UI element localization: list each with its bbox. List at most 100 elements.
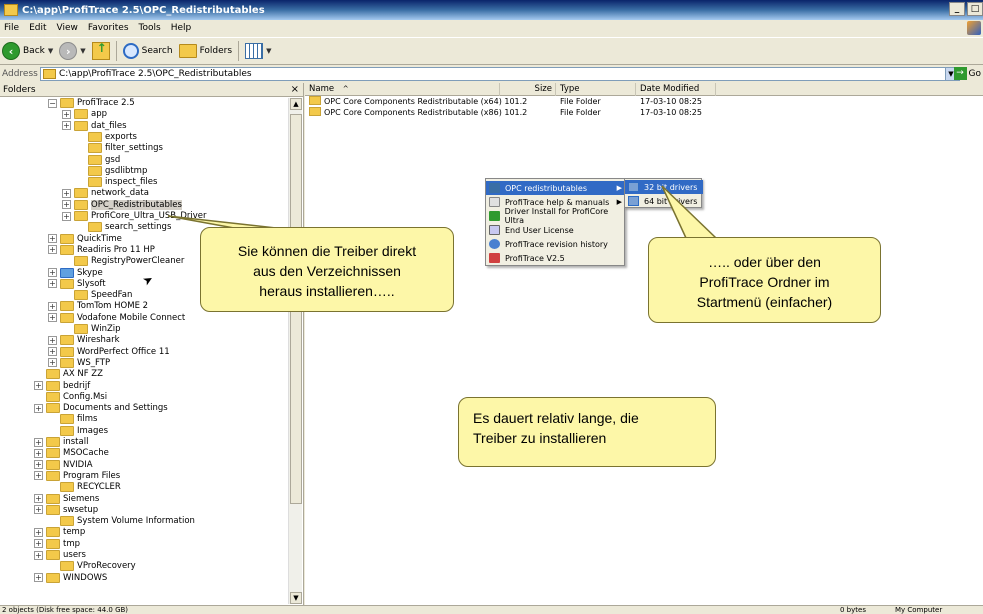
tree-item[interactable]: filter_settings xyxy=(76,142,163,154)
tree-item[interactable]: + Program Files xyxy=(34,470,120,482)
tree-item[interactable]: + app xyxy=(62,108,107,120)
tree-item[interactable]: + QuickTime xyxy=(48,233,122,245)
expand-icon[interactable]: + xyxy=(34,437,43,447)
scroll-up-icon[interactable]: ▲ xyxy=(290,98,302,110)
search-button[interactable]: Search xyxy=(122,43,173,59)
expand-icon[interactable]: + xyxy=(62,109,71,119)
tree-item[interactable]: films xyxy=(48,413,97,425)
expand-icon[interactable]: + xyxy=(62,121,71,131)
menu-item-64bit-drivers[interactable]: 64 bit drivers xyxy=(625,194,703,208)
tree-item[interactable]: + temp xyxy=(34,526,85,538)
expand-icon[interactable]: + xyxy=(62,200,71,210)
expand-icon[interactable]: + xyxy=(34,539,43,549)
tree-item[interactable]: + WS_FTP xyxy=(48,357,110,369)
expand-icon[interactable]: + xyxy=(48,245,57,255)
tree-item[interactable]: exports xyxy=(76,131,137,143)
chevron-down-icon[interactable]: ▼ xyxy=(48,47,53,55)
tree-item[interactable]: RegistryPowerCleaner xyxy=(62,255,184,267)
menu-favorites[interactable]: Favorites xyxy=(88,23,129,33)
tree-item[interactable]: RECYCLER xyxy=(48,481,121,493)
column-type[interactable]: Type xyxy=(556,83,636,96)
tree-item[interactable]: + NVIDIA xyxy=(34,459,93,471)
expand-icon[interactable]: + xyxy=(62,211,71,221)
tree-item[interactable]: − ProfiTrace 2.5 xyxy=(48,97,135,109)
expand-icon[interactable]: + xyxy=(34,448,43,458)
expand-icon[interactable]: + xyxy=(48,347,57,357)
expand-icon[interactable]: + xyxy=(34,573,43,583)
back-button[interactable]: ‹ Back ▼ xyxy=(2,42,53,60)
expand-icon[interactable]: + xyxy=(34,381,43,390)
tree-item[interactable]: + dat_files xyxy=(62,120,127,132)
menu-item-opc-redistributables[interactable]: OPC redistributables ▶ xyxy=(486,181,626,195)
tree-item[interactable]: Images xyxy=(48,425,108,437)
collapse-icon[interactable]: − xyxy=(48,98,57,108)
tree-item[interactable]: + network_data xyxy=(62,187,149,199)
expand-icon[interactable]: + xyxy=(34,527,43,537)
tree-item[interactable]: Config.Msi xyxy=(34,391,107,403)
expand-icon[interactable]: + xyxy=(48,335,57,345)
tree-item[interactable]: + Wireshark xyxy=(48,334,120,346)
tree-item[interactable]: + Skype xyxy=(48,267,103,279)
expand-icon[interactable]: + xyxy=(34,471,43,481)
tree-item[interactable]: search_settings xyxy=(76,221,171,233)
menu-file[interactable]: File xyxy=(4,23,19,33)
menu-view[interactable]: View xyxy=(57,23,78,33)
expand-icon[interactable]: + xyxy=(48,313,57,323)
tree-item[interactable]: + OPC_Redistributables xyxy=(62,199,182,211)
tree-item[interactable]: gsdlibtmp xyxy=(76,165,147,177)
tree-item[interactable]: inspect_files xyxy=(76,176,157,188)
go-button[interactable]: → Go xyxy=(953,67,981,80)
tree-item[interactable]: + bedrijf xyxy=(34,380,90,392)
address-input[interactable]: C:\app\ProfiTrace 2.5\OPC_Redistributabl… xyxy=(40,67,960,81)
tree-item[interactable]: + TomTom HOME 2 xyxy=(48,300,148,312)
expand-icon[interactable]: + xyxy=(34,403,43,413)
tree-item[interactable]: + tmp xyxy=(34,538,80,550)
expand-icon[interactable]: + xyxy=(48,358,57,368)
tree-item[interactable]: SpeedFan xyxy=(62,289,132,301)
menu-item-end-user-license[interactable]: End User License xyxy=(486,223,626,237)
expand-icon[interactable]: + xyxy=(48,234,57,244)
tree-item[interactable]: + ProfiCore_Ultra_USB_Driver xyxy=(62,210,207,222)
tree-item[interactable]: + Vodafone Mobile Connect xyxy=(48,312,185,324)
tree-item[interactable]: + Siemens xyxy=(34,493,99,505)
chevron-down-icon[interactable]: ▼ xyxy=(80,47,85,55)
menu-tools[interactable]: Tools xyxy=(139,23,161,33)
expand-icon[interactable]: + xyxy=(62,188,71,198)
chevron-down-icon[interactable]: ▼ xyxy=(266,47,271,55)
tree-item[interactable]: + swsetup xyxy=(34,504,98,516)
tree-item[interactable]: + MSOCache xyxy=(34,447,109,459)
tree-item[interactable]: + WordPerfect Office 11 xyxy=(48,346,170,358)
tree-item[interactable]: + Slysoft xyxy=(48,278,106,290)
folders-scrollbar[interactable]: ▲ ▼ xyxy=(288,98,302,604)
menu-item-profitrace-v25[interactable]: ProfiTrace V2.5 xyxy=(486,251,626,265)
up-button[interactable] xyxy=(91,41,110,60)
maximize-button[interactable]: □ xyxy=(967,2,983,16)
folders-button[interactable]: Folders xyxy=(178,44,232,58)
file-row[interactable]: OPC Core Components Redistributable (x64… xyxy=(305,96,716,107)
close-icon[interactable]: × xyxy=(291,84,299,95)
tree-item[interactable]: gsd xyxy=(76,154,120,166)
column-date[interactable]: Date Modified xyxy=(636,83,716,96)
tree-item[interactable]: + Documents and Settings xyxy=(34,402,168,414)
expand-icon[interactable]: + xyxy=(48,301,57,311)
expand-icon[interactable]: + xyxy=(48,279,57,289)
expand-icon[interactable]: + xyxy=(34,505,43,515)
tree-item[interactable]: VProRecovery xyxy=(48,560,136,572)
tree-item[interactable]: System Volume Information xyxy=(48,515,195,527)
minimize-button[interactable]: _ xyxy=(949,2,965,16)
expand-icon[interactable]: + xyxy=(48,268,57,277)
file-row[interactable]: OPC Core Components Redistributable (x86… xyxy=(305,107,716,118)
column-size[interactable]: Size xyxy=(500,83,556,96)
tree-item[interactable]: + install xyxy=(34,436,88,448)
scroll-down-icon[interactable]: ▼ xyxy=(290,592,302,604)
expand-icon[interactable]: + xyxy=(34,494,43,503)
forward-button[interactable]: › ▼ xyxy=(59,42,86,60)
tree-item[interactable]: + WINDOWS xyxy=(34,572,107,584)
menu-item-32bit-drivers[interactable]: 32 bit drivers xyxy=(625,180,703,194)
column-name[interactable]: Name ^ xyxy=(305,83,500,96)
tree-item[interactable]: + Readiris Pro 11 HP xyxy=(48,244,155,256)
menu-item-revision-history[interactable]: ProfiTrace revision history xyxy=(486,237,626,251)
expand-icon[interactable]: + xyxy=(34,550,43,560)
expand-icon[interactable]: + xyxy=(34,460,43,470)
menu-item-driver-install[interactable]: Driver Install for ProfiCore Ultra xyxy=(486,207,626,225)
